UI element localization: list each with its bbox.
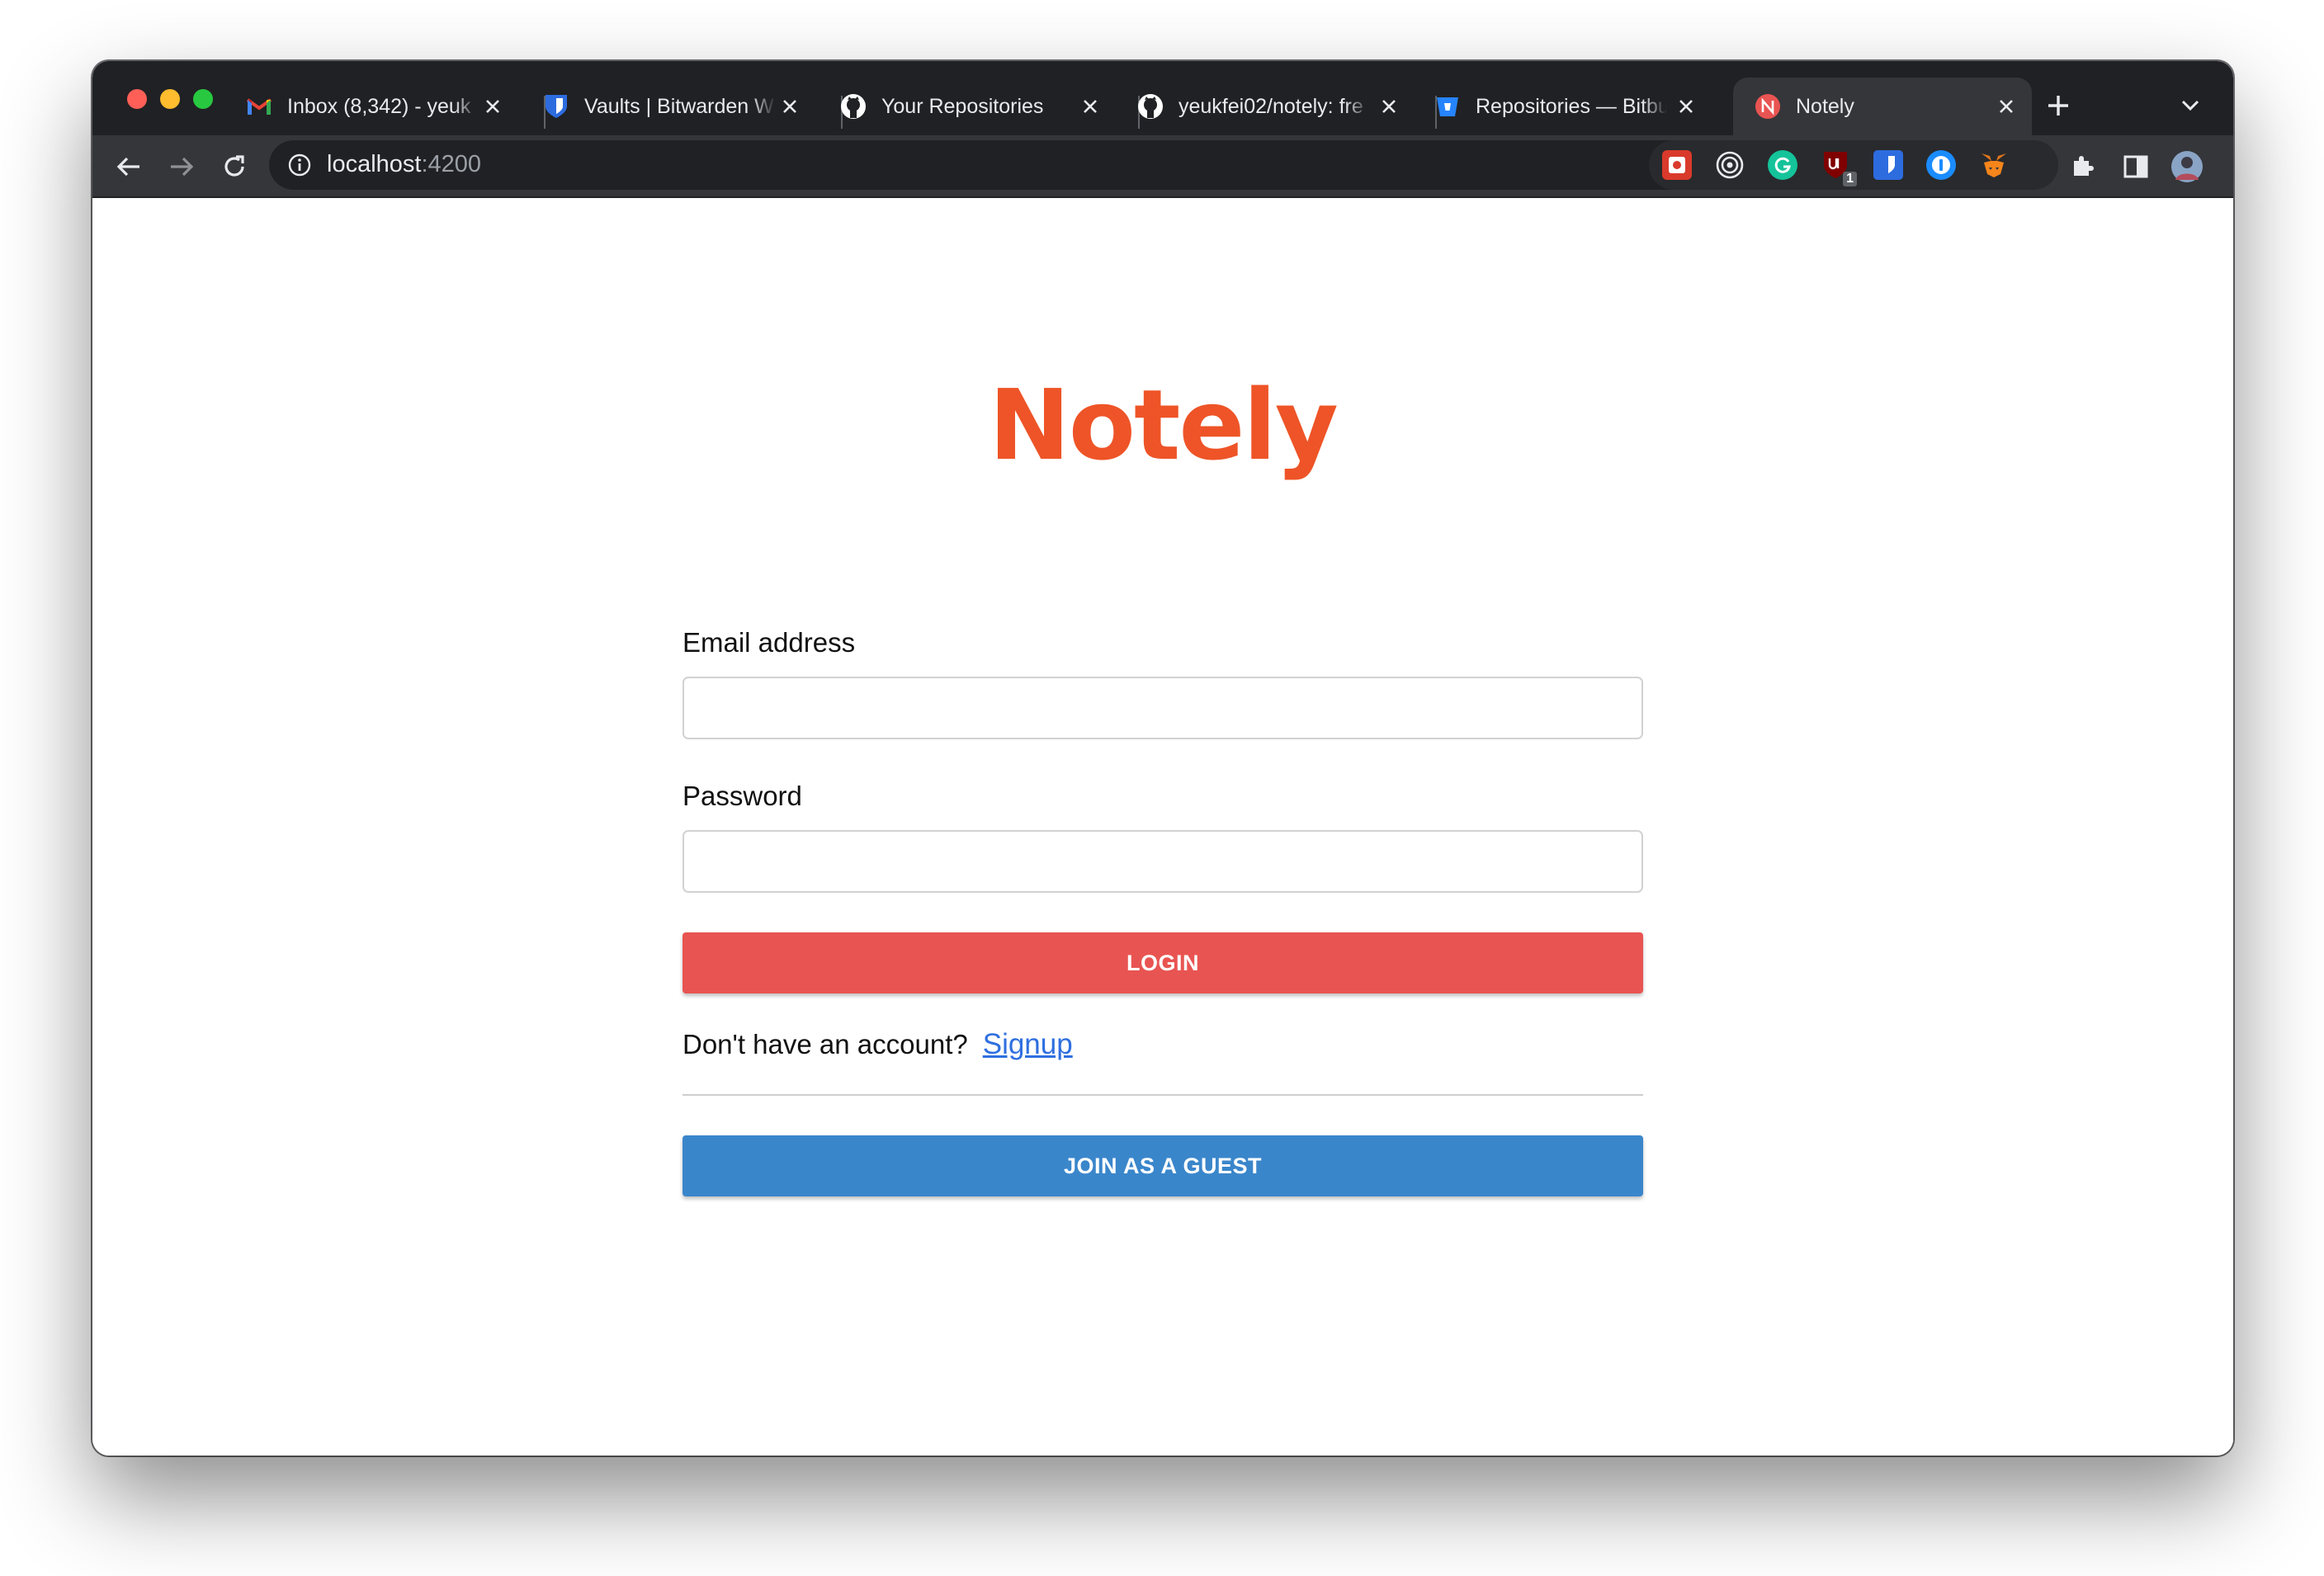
bitwarden-icon[interactable] xyxy=(1873,150,1903,180)
close-icon[interactable] xyxy=(1076,92,1104,120)
url-text: localhost:4200 xyxy=(327,151,481,178)
browser-window: Inbox (8,342) - yeuk Vaults | Bitwarden … xyxy=(92,61,2233,1456)
signup-prompt: Don't have an account? xyxy=(683,1029,968,1059)
gmail-icon xyxy=(246,93,272,120)
tab-label: Notely xyxy=(1796,94,1854,118)
close-icon[interactable] xyxy=(1672,92,1700,120)
signup-row: Don't have an account? Signup xyxy=(683,1028,1643,1061)
tab-label: Vaults | Bitwarden W xyxy=(584,94,776,119)
metamask-icon[interactable] xyxy=(1979,150,2009,180)
reload-button[interactable] xyxy=(218,150,251,183)
back-button[interactable] xyxy=(112,150,145,183)
login-button[interactable]: LOGIN xyxy=(683,932,1643,993)
join-as-guest-button[interactable]: JOIN AS A GUEST xyxy=(683,1135,1643,1196)
bitbucket-icon xyxy=(1434,93,1461,120)
grammarly-icon[interactable] xyxy=(1768,150,1797,180)
tab-label: yeukfei02/notely: fre xyxy=(1179,94,1370,119)
notely-logo: Notely xyxy=(989,368,1339,482)
url-port: :4200 xyxy=(421,151,482,177)
login-form: Email address Password LOGIN Don't have … xyxy=(683,627,1643,1196)
tab-github-repos[interactable]: Your Repositories xyxy=(819,78,1116,135)
avatar[interactable] xyxy=(2170,150,2204,183)
forward-button[interactable] xyxy=(165,150,198,183)
notely-favicon xyxy=(1755,93,1781,120)
ublock-badge: 1 xyxy=(1843,172,1857,186)
close-icon[interactable] xyxy=(479,92,507,120)
ublock-icon[interactable]: 1 xyxy=(1821,150,1857,186)
github-icon xyxy=(840,93,867,120)
menu-kebab-icon[interactable] xyxy=(2223,150,2233,183)
tab-gmail[interactable]: Inbox (8,342) - yeuk xyxy=(224,78,518,135)
maximize-window-button[interactable] xyxy=(193,89,213,109)
extensions-group: 1 xyxy=(1649,140,2058,190)
tab-github-notely[interactable]: yeukfei02/notely: fre xyxy=(1116,78,1415,135)
address-bar[interactable]: localhost:4200 xyxy=(269,140,1804,190)
tab-bitwarden[interactable]: Vaults | Bitwarden W xyxy=(522,78,815,135)
tab-label: Repositories — Bitbu xyxy=(1476,94,1667,119)
side-panel-icon[interactable] xyxy=(2119,150,2152,183)
password-label: Password xyxy=(683,781,802,811)
page-viewport: Notely Email address Password LOGIN Don'… xyxy=(92,198,2233,1456)
ext-target-icon[interactable] xyxy=(1715,150,1745,180)
extensions-puzzle-icon[interactable] xyxy=(2067,150,2100,183)
email-label: Email address xyxy=(683,627,856,658)
tab-label: Your Repositories xyxy=(881,94,1073,119)
close-window-button[interactable] xyxy=(127,89,147,109)
url-host: localhost xyxy=(327,151,422,177)
close-icon[interactable] xyxy=(1992,92,2020,120)
tab-strip: Inbox (8,342) - yeuk Vaults | Bitwarden … xyxy=(92,61,2233,135)
divider xyxy=(683,1094,1643,1096)
onepassword-icon[interactable] xyxy=(1926,150,1956,180)
close-icon[interactable] xyxy=(776,92,804,120)
password-field[interactable] xyxy=(683,830,1643,893)
new-tab-button[interactable] xyxy=(2042,89,2075,122)
tab-notely[interactable]: Notely xyxy=(1733,78,2032,135)
signup-link[interactable]: Signup xyxy=(983,1028,1073,1061)
close-icon[interactable] xyxy=(1375,92,1403,120)
email-field[interactable] xyxy=(683,677,1643,739)
tab-bitbucket[interactable]: Repositories — Bitbu xyxy=(1413,78,1712,135)
github-icon xyxy=(1137,93,1164,120)
minimize-window-button[interactable] xyxy=(160,89,180,109)
info-icon[interactable] xyxy=(287,153,312,177)
bitwarden-icon xyxy=(543,93,569,120)
browser-toolbar: localhost:4200 1 xyxy=(92,135,2233,198)
tab-label: Inbox (8,342) - yeuk xyxy=(287,94,479,119)
chevron-down-icon[interactable] xyxy=(2177,92,2204,119)
ext-red-icon[interactable] xyxy=(1662,150,1692,180)
